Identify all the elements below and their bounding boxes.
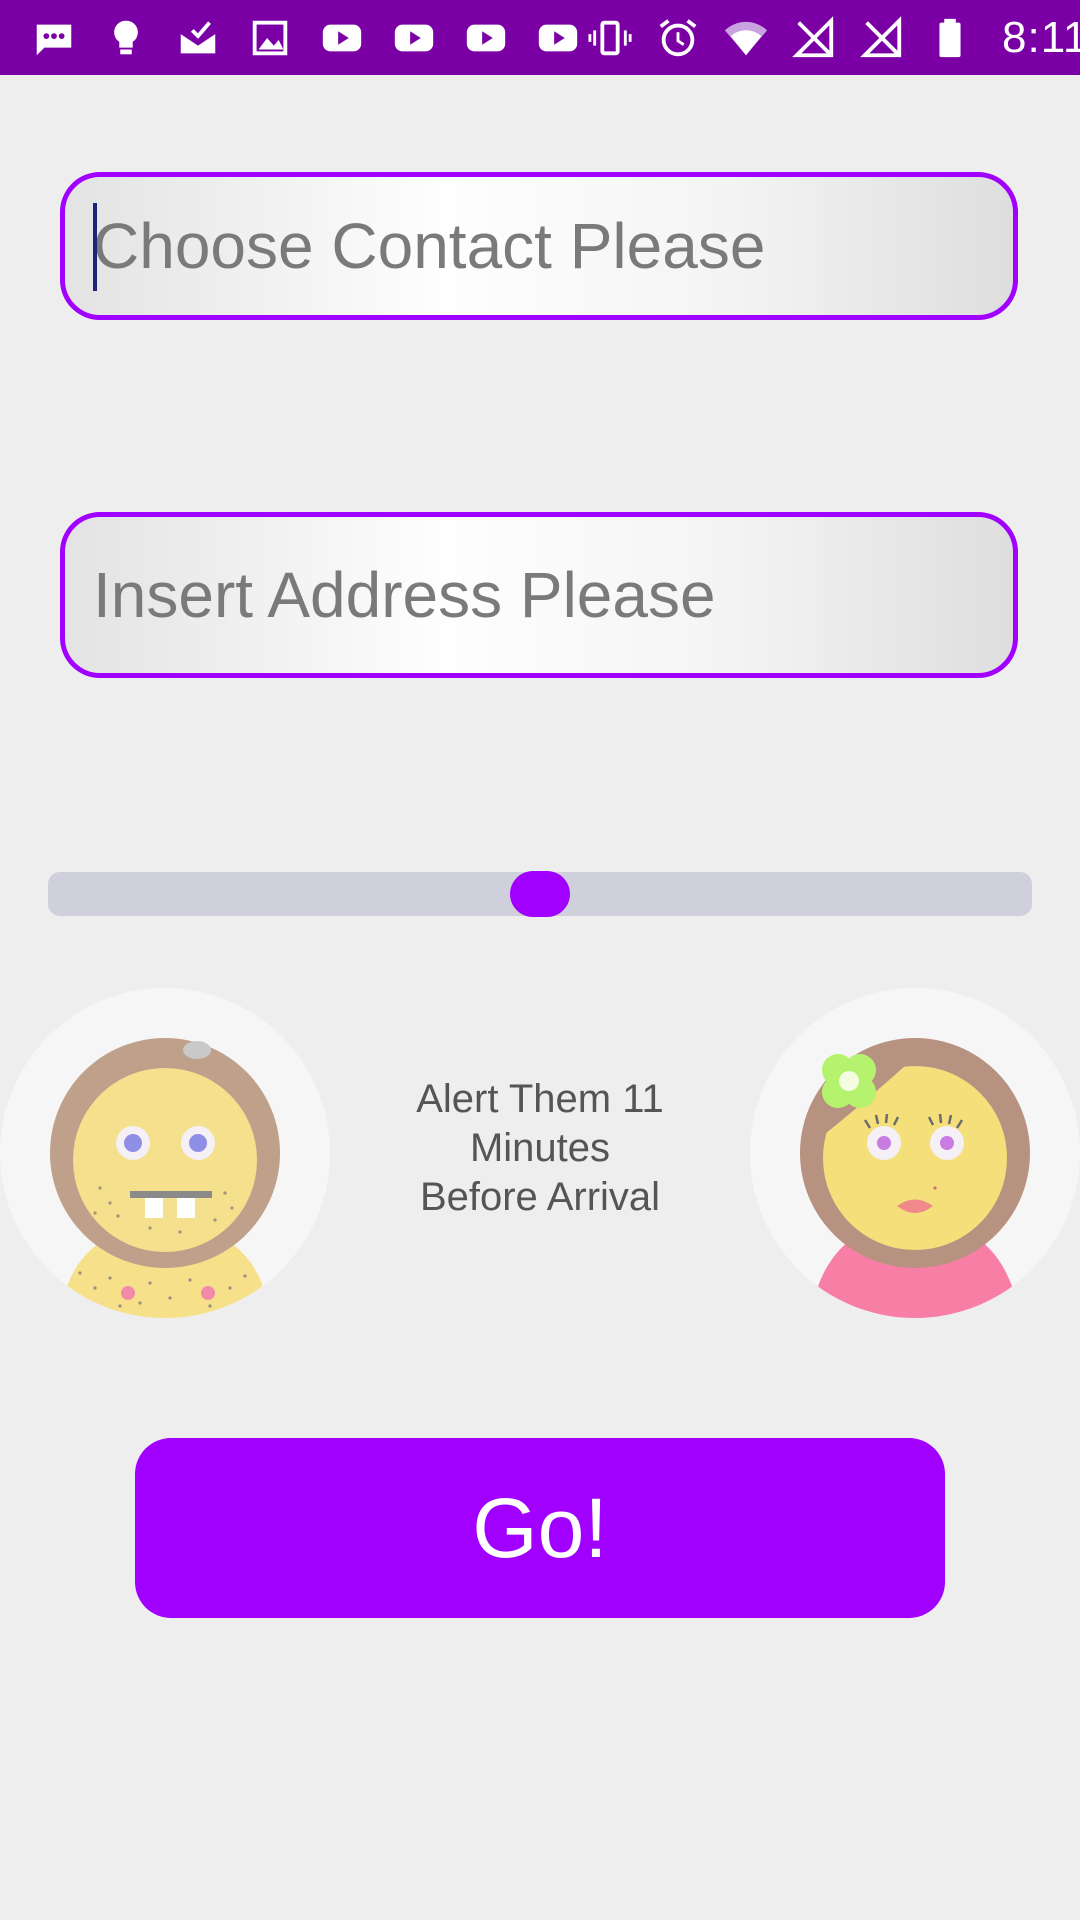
lightbulb-icon <box>100 12 152 64</box>
youtube-icon <box>532 12 584 64</box>
notification-icons <box>28 12 584 64</box>
check-mail-icon <box>172 12 224 64</box>
alert-line-2: Minutes <box>469 1126 611 1170</box>
youtube-icon <box>460 12 512 64</box>
wifi-icon <box>720 12 772 64</box>
contact-input[interactable] <box>91 208 1013 284</box>
youtube-icon <box>388 12 440 64</box>
system-icons: 8:11 <box>584 12 1080 64</box>
alert-message: Alert Them 11 Minutes Before Arrival <box>380 1075 700 1222</box>
battery-icon <box>924 12 976 64</box>
image-icon <box>244 12 296 64</box>
alert-line-3: Before Arrival <box>419 1175 661 1219</box>
contact-field[interactable] <box>60 172 1018 320</box>
no-signal-icon <box>788 12 840 64</box>
minutes-slider-thumb[interactable] <box>510 871 570 917</box>
status-bar: 8:11 <box>0 0 1080 75</box>
contact-avatar <box>750 988 1080 1318</box>
go-button[interactable]: Go! <box>135 1438 945 1618</box>
man-face-illustration <box>50 1038 280 1318</box>
driver-avatar <box>0 988 330 1318</box>
address-input[interactable] <box>91 557 1013 633</box>
alarm-icon <box>652 12 704 64</box>
address-field[interactable] <box>60 512 1018 678</box>
clock: 8:11 <box>1002 12 1080 62</box>
text-cursor <box>93 203 97 291</box>
woman-face-illustration <box>800 1038 1030 1318</box>
chat-bubble-icon <box>28 12 80 64</box>
vibrate-icon <box>584 12 636 64</box>
youtube-icon <box>316 12 368 64</box>
alert-line-1: Alert Them 11 <box>416 1077 664 1121</box>
no-signal-icon <box>856 12 908 64</box>
